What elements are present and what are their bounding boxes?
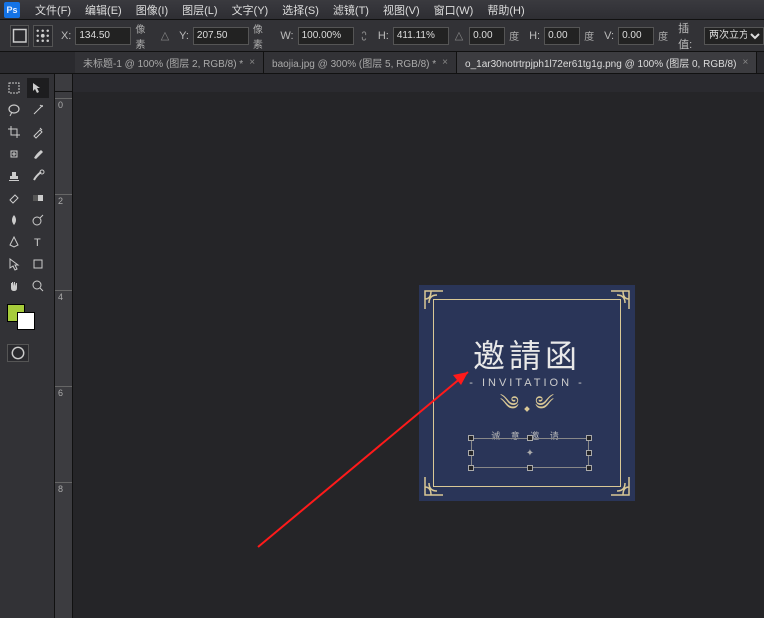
skh-unit: 度 — [584, 28, 594, 43]
main-area: T 01234567891011121314 02468 — [0, 74, 764, 618]
menu-edit[interactable]: 编辑(E) — [78, 2, 129, 18]
menu-filter[interactable]: 滤镜(T) — [326, 2, 376, 18]
ruler-corner — [55, 74, 73, 92]
skew-h-label: H: — [529, 30, 540, 42]
hand-tool[interactable] — [3, 276, 25, 296]
h-input[interactable] — [393, 27, 449, 45]
transform-handle[interactable] — [586, 435, 592, 441]
eyedropper-tool[interactable] — [27, 122, 49, 142]
svg-text:T: T — [34, 237, 41, 249]
w-label: W: — [280, 30, 293, 42]
shape-tool[interactable] — [27, 254, 49, 274]
w-input[interactable] — [298, 27, 354, 45]
angle-unit: 度 — [509, 28, 519, 43]
transform-handle[interactable] — [527, 465, 533, 471]
menu-type[interactable]: 文字(Y) — [225, 2, 276, 18]
corner-ornament-icon — [423, 463, 457, 497]
transform-handle[interactable] — [586, 450, 592, 456]
transform-selection[interactable]: ✦ — [471, 438, 589, 468]
stamp-tool[interactable] — [3, 166, 25, 186]
corner-ornament-icon — [597, 289, 631, 323]
crop-tool[interactable] — [3, 122, 25, 142]
tab-1[interactable]: 未标题-1 @ 100% (图层 2, RGB/8) *× — [75, 52, 264, 73]
dodge-tool[interactable] — [27, 210, 49, 230]
type-tool[interactable]: T — [27, 232, 49, 252]
y-input[interactable] — [193, 27, 249, 45]
eraser-tool[interactable] — [3, 188, 25, 208]
close-icon[interactable]: × — [249, 57, 255, 68]
close-icon[interactable]: × — [742, 57, 748, 68]
menu-bar: Ps 文件(F) 编辑(E) 图像(I) 图层(L) 文字(Y) 选择(S) 滤… — [0, 0, 764, 20]
canvas[interactable]: 邀請函 - INVITATION - ༄ ༄ 诚 意 邀 请 — [73, 92, 764, 618]
pen-tool[interactable] — [3, 232, 25, 252]
toolbox: T — [0, 74, 55, 618]
color-swatches[interactable] — [3, 298, 51, 334]
ruler-vertical[interactable]: 02468 — [55, 92, 73, 618]
app-logo: Ps — [4, 2, 20, 18]
x-input[interactable] — [75, 27, 131, 45]
options-bar: X: 像素 △ Y: 像素 W: H: △ 度 H: 度 V: 度 插值: 两次… — [0, 20, 764, 52]
blur-tool[interactable] — [3, 210, 25, 230]
skew-v-input[interactable] — [618, 27, 654, 45]
zoom-tool[interactable] — [27, 276, 49, 296]
card-divider: ༄ ༄ — [419, 397, 635, 421]
gradient-tool[interactable] — [27, 188, 49, 208]
transform-handle[interactable] — [468, 435, 474, 441]
marquee-tool[interactable] — [3, 78, 25, 98]
x-label: X: — [61, 30, 71, 42]
menu-select[interactable]: 选择(S) — [275, 2, 326, 18]
lasso-tool[interactable] — [3, 100, 25, 120]
card-title: 邀請函 — [419, 331, 635, 377]
skew-v-label: V: — [604, 30, 614, 42]
y-unit: 像素 — [253, 21, 270, 51]
angle-icon: △ — [453, 29, 465, 43]
menu-file[interactable]: 文件(F) — [28, 2, 78, 18]
menu-image[interactable]: 图像(I) — [129, 2, 175, 18]
menu-help[interactable]: 帮助(H) — [480, 2, 531, 18]
corner-ornament-icon — [597, 463, 631, 497]
transform-handle[interactable] — [586, 465, 592, 471]
history-brush-tool[interactable] — [27, 166, 49, 186]
background-swatch[interactable] — [17, 312, 35, 330]
interp-select[interactable]: 两次立方 — [704, 27, 764, 45]
angle-input[interactable] — [469, 27, 505, 45]
transform-center-icon[interactable]: ✦ — [525, 448, 535, 458]
tab-3[interactable]: o_1ar30notrtrpjph1l72er61tg1g.png @ 100%… — [457, 52, 757, 73]
card-subtitle: - INVITATION - — [419, 377, 635, 389]
transform-icon[interactable] — [10, 25, 29, 47]
skv-unit: 度 — [658, 28, 668, 43]
dot-icon — [524, 406, 530, 412]
tab-2[interactable]: baojia.jpg @ 300% (图层 5, RGB/8) *× — [264, 52, 457, 73]
x-unit: 像素 — [135, 21, 152, 51]
menu-view[interactable]: 视图(V) — [376, 2, 427, 18]
h-label: H: — [378, 30, 389, 42]
menu-layer[interactable]: 图层(L) — [175, 2, 224, 18]
move-tool[interactable] — [27, 78, 49, 98]
close-icon[interactable]: × — [442, 57, 448, 68]
xy-link-icon[interactable]: △ — [159, 29, 171, 43]
document-tabs: 未标题-1 @ 100% (图层 2, RGB/8) *× baojia.jpg… — [0, 52, 764, 74]
reference-point-icon[interactable] — [33, 25, 52, 47]
workspace: 01234567891011121314 02468 邀請函 - INVITAT… — [55, 74, 764, 618]
y-label: Y: — [179, 30, 189, 42]
transform-handle[interactable] — [527, 435, 533, 441]
wh-link-icon[interactable] — [358, 29, 370, 43]
menu-window[interactable]: 窗口(W) — [427, 2, 481, 18]
path-select-tool[interactable] — [3, 254, 25, 274]
brush-tool[interactable] — [27, 144, 49, 164]
corner-ornament-icon — [423, 289, 457, 323]
healing-tool[interactable] — [3, 144, 25, 164]
quickmask-toggle[interactable] — [7, 344, 29, 362]
transform-handle[interactable] — [468, 465, 474, 471]
skew-h-input[interactable] — [544, 27, 580, 45]
transform-handle[interactable] — [468, 450, 474, 456]
interp-label: 插值: — [678, 20, 700, 52]
wand-tool[interactable] — [27, 100, 49, 120]
